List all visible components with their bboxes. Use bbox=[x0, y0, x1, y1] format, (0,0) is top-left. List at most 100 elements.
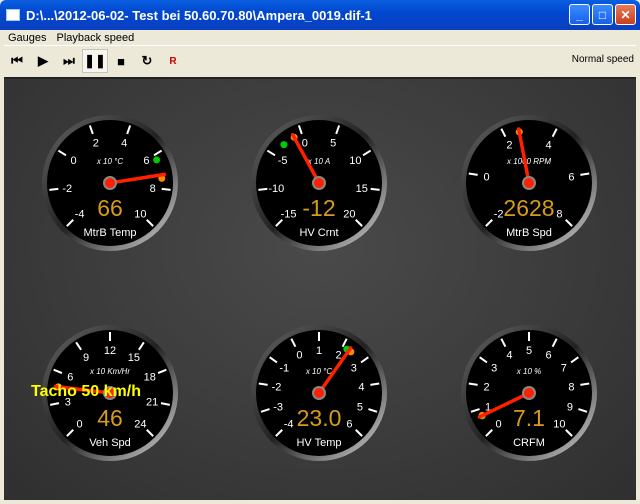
scale-label: 12 bbox=[104, 345, 116, 357]
scale-label: -5 bbox=[278, 155, 288, 167]
scale-label: 0 bbox=[71, 155, 77, 167]
scale-label: -2 bbox=[494, 208, 504, 220]
scale-label: 6 bbox=[67, 372, 73, 384]
scale-label: -2 bbox=[272, 381, 282, 393]
needle-hub bbox=[103, 176, 117, 190]
gauge-hv-crnt: -15-10-50 5101520x 10 A-12HV Crnt bbox=[251, 115, 387, 251]
scale-label: 8 bbox=[568, 381, 574, 393]
scale-label: 18 bbox=[144, 372, 156, 384]
scale-label: 6 bbox=[143, 155, 149, 167]
gauge-label: HV Temp bbox=[296, 437, 341, 449]
scale-label: 8 bbox=[556, 208, 562, 220]
needle-hub bbox=[522, 386, 536, 400]
menu-gauges[interactable]: Gauges bbox=[8, 32, 47, 44]
unit-label: x 10 Km/Hr bbox=[89, 367, 130, 376]
scale-label: 15 bbox=[128, 352, 140, 364]
scale-label: 2 bbox=[506, 140, 512, 152]
gauge-label: CRFM bbox=[513, 437, 545, 449]
scale-label: 6 bbox=[568, 171, 574, 183]
gauge-mtrb-temp: -4 -2 0 2 4 6 8 10 x 10 °C 66 MtrB Temp bbox=[42, 115, 178, 251]
close-button[interactable]: ✕ bbox=[615, 4, 636, 25]
readout: 23.0 bbox=[297, 405, 342, 431]
min-marker-icon bbox=[280, 141, 288, 149]
unit-label: x 10 % bbox=[516, 367, 541, 376]
readout: -12 bbox=[302, 195, 335, 221]
unit-label: x 1000 RPM bbox=[506, 157, 551, 166]
minimize-button[interactable]: _ bbox=[569, 4, 590, 25]
scale-label: 8 bbox=[150, 183, 156, 195]
unit-label: x 10 °C bbox=[305, 367, 333, 376]
gauge-label: MtrB Temp bbox=[84, 227, 137, 239]
scale-label: 9 bbox=[567, 401, 573, 413]
scale-label: -2 bbox=[62, 183, 72, 195]
needle-hub bbox=[312, 176, 326, 190]
readout: 2628 bbox=[503, 195, 554, 221]
scale-label: 6 bbox=[346, 418, 352, 430]
scale-label: 3 bbox=[351, 363, 357, 375]
scale-label: 0 bbox=[296, 350, 302, 362]
scale-label: 10 bbox=[349, 155, 361, 167]
readout: 7.1 bbox=[513, 405, 545, 431]
title-bar: D:\...\2012-06-02- Test bei 50.60.70.80\… bbox=[0, 0, 640, 30]
tick bbox=[370, 187, 380, 191]
min-marker-icon bbox=[153, 156, 161, 164]
scale-label: -4 bbox=[284, 418, 294, 430]
menu-playback-speed[interactable]: Playback speed bbox=[57, 32, 135, 44]
reverse-button[interactable]: R bbox=[160, 49, 186, 73]
needle-hub bbox=[312, 386, 326, 400]
window-title: D:\...\2012-06-02- Test bei 50.60.70.80\… bbox=[26, 7, 372, 23]
gauge-hv-temp: -4-3-2-10 1 23456x 10 °C23.0HV Temp bbox=[251, 325, 387, 461]
scale-label: 5 bbox=[357, 401, 363, 413]
scale-label: 10 bbox=[134, 208, 146, 220]
scale-label: -10 bbox=[268, 183, 284, 195]
readout: 66 bbox=[97, 195, 123, 221]
gauge-crfm: 01234 5 678910x 10 %7.1CRFM bbox=[461, 325, 597, 461]
tick bbox=[258, 382, 268, 386]
scale-label: 4 bbox=[545, 140, 551, 152]
toolbar: ⏮ ▶ ⏭ ❚❚ ■ ↻ R Normal speed bbox=[4, 46, 636, 76]
tick bbox=[580, 172, 590, 176]
scale-label: 6 bbox=[545, 350, 551, 362]
pause-button[interactable]: ❚❚ bbox=[82, 49, 108, 73]
tick bbox=[258, 187, 268, 191]
skip-to-end-button[interactable]: ⏭ bbox=[56, 49, 82, 73]
scale-label: 21 bbox=[146, 396, 158, 408]
scale-label: 10 bbox=[553, 418, 565, 430]
scale-label: 0 bbox=[77, 418, 83, 430]
gauge-label: MtrB Spd bbox=[506, 227, 552, 239]
tick bbox=[161, 187, 171, 191]
unit-label: x 10 °C bbox=[96, 157, 124, 166]
loop-button[interactable]: ↻ bbox=[134, 49, 160, 73]
scale-label: 5 bbox=[526, 345, 532, 357]
speed-label: Normal speed bbox=[571, 54, 634, 65]
app-icon bbox=[6, 9, 20, 21]
scale-label: 1 bbox=[316, 345, 322, 357]
gauge-mtrb-spd: -2 0 2 4 6 8 x 1000 RPM 2628 MtrB Spd bbox=[461, 115, 597, 251]
scale-label: -3 bbox=[273, 401, 283, 413]
scale-label: 9 bbox=[83, 352, 89, 364]
play-button[interactable]: ▶ bbox=[30, 49, 56, 73]
scale-label: 2 bbox=[483, 381, 489, 393]
scale-label: 4 bbox=[506, 350, 512, 362]
scale-label: 3 bbox=[491, 363, 497, 375]
menu-bar: Gauges Playback speed bbox=[4, 30, 636, 46]
scale-label: 0 bbox=[302, 137, 308, 149]
gauge-label: HV Crnt bbox=[299, 227, 338, 239]
scale-label: -4 bbox=[75, 208, 85, 220]
tick bbox=[468, 382, 478, 386]
stop-button[interactable]: ■ bbox=[108, 49, 134, 73]
tick bbox=[468, 172, 478, 176]
maximize-button[interactable]: □ bbox=[592, 4, 613, 25]
scale-label: 4 bbox=[121, 137, 127, 149]
readout: 46 bbox=[97, 405, 123, 431]
status-text: Tacho 50 km/h bbox=[31, 383, 141, 400]
scale-label: 5 bbox=[330, 137, 336, 149]
scale-label: 0 bbox=[496, 418, 502, 430]
skip-to-start-button[interactable]: ⏮ bbox=[4, 49, 30, 73]
scale-label: 4 bbox=[358, 381, 364, 393]
scale-label: 15 bbox=[356, 183, 368, 195]
tick bbox=[49, 187, 59, 191]
tick bbox=[580, 382, 590, 386]
scale-label: 2 bbox=[93, 137, 99, 149]
gauge-label: Veh Spd bbox=[89, 437, 131, 449]
